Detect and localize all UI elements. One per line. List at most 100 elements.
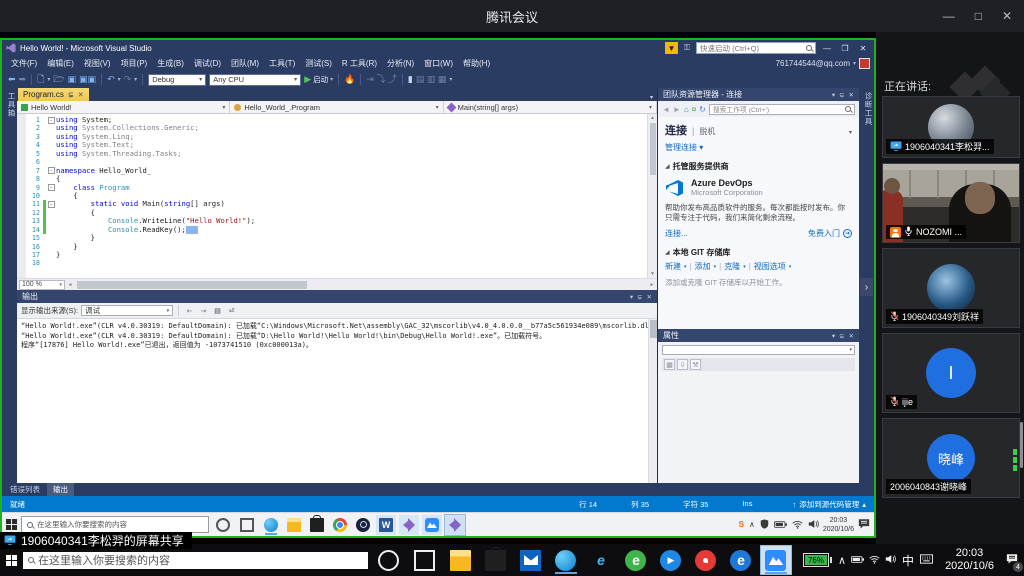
taskbar-app-player[interactable]: ▶ [656,546,686,574]
bottom-tab-1[interactable]: 输出 [47,483,74,496]
window-position-chevron-icon[interactable]: ▾ [832,91,835,99]
close-tab-icon[interactable]: ✕ [78,91,84,99]
tray-battery-icon[interactable] [774,516,787,534]
cortana-button[interactable] [374,546,404,574]
taskbar-app-visual-studio[interactable] [399,515,419,535]
participant-tile-4[interactable]: 晓峰2006040843谢晓峰 [882,418,1020,498]
menu-item-2[interactable]: 视图(V) [79,56,116,71]
menu-item-3[interactable]: 项目(P) [116,56,153,71]
close-icon[interactable]: ✕ [647,293,652,301]
tray-battery-icon[interactable] [851,551,864,569]
participant-tile-1[interactable]: NOZOMI ... [882,163,1020,243]
code-line[interactable]: 16 } [26,243,657,251]
taskbar-app-chrome[interactable] [330,515,350,535]
pin-icon[interactable]: ⊊ [68,91,74,99]
scrollbar-thumb[interactable] [650,123,656,175]
close-icon[interactable]: ✕ [1002,9,1012,23]
scrollbar-thumb[interactable] [650,320,657,338]
start-button-icon[interactable] [6,555,17,566]
taskbar-app-visual-studio[interactable] [445,515,465,535]
menu-item-12[interactable]: 帮助(H) [458,56,495,71]
menu-item-11[interactable]: 窗口(W) [419,56,458,71]
tray-wifi-icon[interactable] [869,551,880,569]
minimize-icon[interactable]: — [943,9,955,23]
local-git-header[interactable]: ◢ 本地 GIT 存储库 [665,247,852,258]
menu-item-9[interactable]: R 工具(R) [337,56,382,71]
pin-icon[interactable]: ⊊ [839,332,844,340]
tray-volume-icon[interactable] [808,516,819,534]
hscroll-track[interactable] [77,281,645,289]
pin-icon[interactable]: ⊊ [839,91,844,99]
participant-tile-0[interactable]: 1906040341李松羿... [882,96,1020,158]
expand-panel-icon[interactable]: › [860,278,873,296]
chevron-down-icon[interactable]: ▾ [47,76,50,83]
participant-tile-2[interactable]: 1906040349刘跃祥 [882,248,1020,328]
taskbar-app-word[interactable]: W [376,515,396,535]
action-center-icon[interactable] [858,516,870,534]
save-all-icon[interactable]: ▣▣ [79,71,96,88]
diagnostics-autohide-tab[interactable]: 诊断工具 [859,92,874,126]
home-icon[interactable]: ⌂ [684,105,689,114]
window-position-chevron-icon[interactable]: ▾ [832,332,835,340]
cortana-button[interactable] [213,515,233,535]
hscroll-thumb[interactable] [77,281,307,289]
output-text-area[interactable]: “Hello World!.exe”(CLR v4.0.30319: Defau… [17,319,657,483]
bottom-tab-0[interactable]: 错误列表 [4,483,46,496]
vs-minimize-icon[interactable]: — [820,42,834,54]
back-icon[interactable]: ◄ [662,105,670,114]
property-pages-icon[interactable]: ⚒ [690,359,701,370]
step-icons[interactable]: ⇥ ⤵ ⤴ [366,71,397,88]
close-icon[interactable]: ✕ [849,91,854,99]
chevron-down-icon[interactable]: ▾ [134,76,137,83]
work-item-search-input[interactable]: 搜索工作项 (Ctrl+') [709,104,855,115]
menu-item-6[interactable]: 团队(M) [226,56,264,71]
navigate-back-icon[interactable]: ⬅ [8,71,16,88]
taskbar-app-store[interactable] [481,546,511,574]
chevron-down-icon[interactable]: ▾ [849,129,852,136]
vs-maximize-icon[interactable]: ❐ [838,42,852,54]
save-icon[interactable]: ▣ [68,71,77,88]
tray-sogou-icon[interactable]: S [739,520,744,529]
tray-chevron-up-icon[interactable]: ∧ [749,520,755,529]
get-started-link[interactable]: 免费入门 [808,228,840,239]
git-action-1[interactable]: 添加 [695,261,711,272]
undo-icon[interactable]: ↶ [107,71,115,88]
properties-object-select[interactable]: ▾ [662,345,855,355]
start-debug-button[interactable]: ▶ 启动 ▾ [304,71,333,88]
battery-indicator[interactable]: 76% [803,553,832,567]
start-button-icon[interactable] [6,519,17,530]
menu-item-4[interactable]: 生成(B) [152,56,189,71]
project-dropdown[interactable]: Hello World! ▾ [17,101,230,113]
solution-configuration-select[interactable]: Debug▾ [148,74,206,86]
clock[interactable]: 20:03 2020/10/6 [823,516,854,534]
taskbar-app-blue-browser[interactable]: e [726,546,756,574]
git-action-0[interactable]: 新建 [665,261,681,272]
menu-item-1[interactable]: 编辑(E) [42,56,79,71]
participant-tile-3[interactable]: Iijie [882,333,1020,413]
tab-program-cs[interactable]: Program.cs ⊊ ✕ [18,88,89,101]
word-wrap-icon[interactable]: ⏎ [226,305,237,316]
scroll-up-icon[interactable]: ▲ [650,115,655,121]
git-action-3[interactable]: 视图选项 [754,261,786,272]
refresh-icon[interactable]: ↻ [699,105,706,114]
tab-list-chevron-icon[interactable]: ▾ [650,94,657,101]
more-tools-icons[interactable]: ▤ ▥ ▦ [416,71,447,88]
breakpoint-margin[interactable] [17,114,26,278]
taskbar-app-green-browser[interactable]: e [621,546,651,574]
menu-item-5[interactable]: 调试(D) [189,56,226,71]
navigate-forward-icon[interactable]: ➡ [19,71,27,88]
menu-item-0[interactable]: 文件(F) [6,56,42,71]
member-dropdown[interactable]: Main(string[] args) ▾ [444,101,657,113]
code-editor[interactable]: 1-using System;2using System.Collections… [17,114,657,278]
azure-connect-link[interactable]: 连接... [665,228,688,239]
tray-shield-icon[interactable] [760,516,769,534]
code-line[interactable]: 5using System.Threading.Tasks; [26,150,657,158]
taskbar-app-steam[interactable] [353,515,373,535]
tray-chevron-up-icon[interactable]: ∧ [838,554,846,567]
taskbar-app-ie[interactable]: e [586,546,616,574]
forward-icon[interactable]: ► [673,105,681,114]
code-line[interactable]: 7-namespace Hello_World_ [26,167,657,175]
window-position-chevron-icon[interactable]: ▾ [630,293,633,301]
task-view-button[interactable] [237,515,257,535]
taskbar-search-input[interactable]: 在这里输入你要搜索的内容 [21,516,209,533]
